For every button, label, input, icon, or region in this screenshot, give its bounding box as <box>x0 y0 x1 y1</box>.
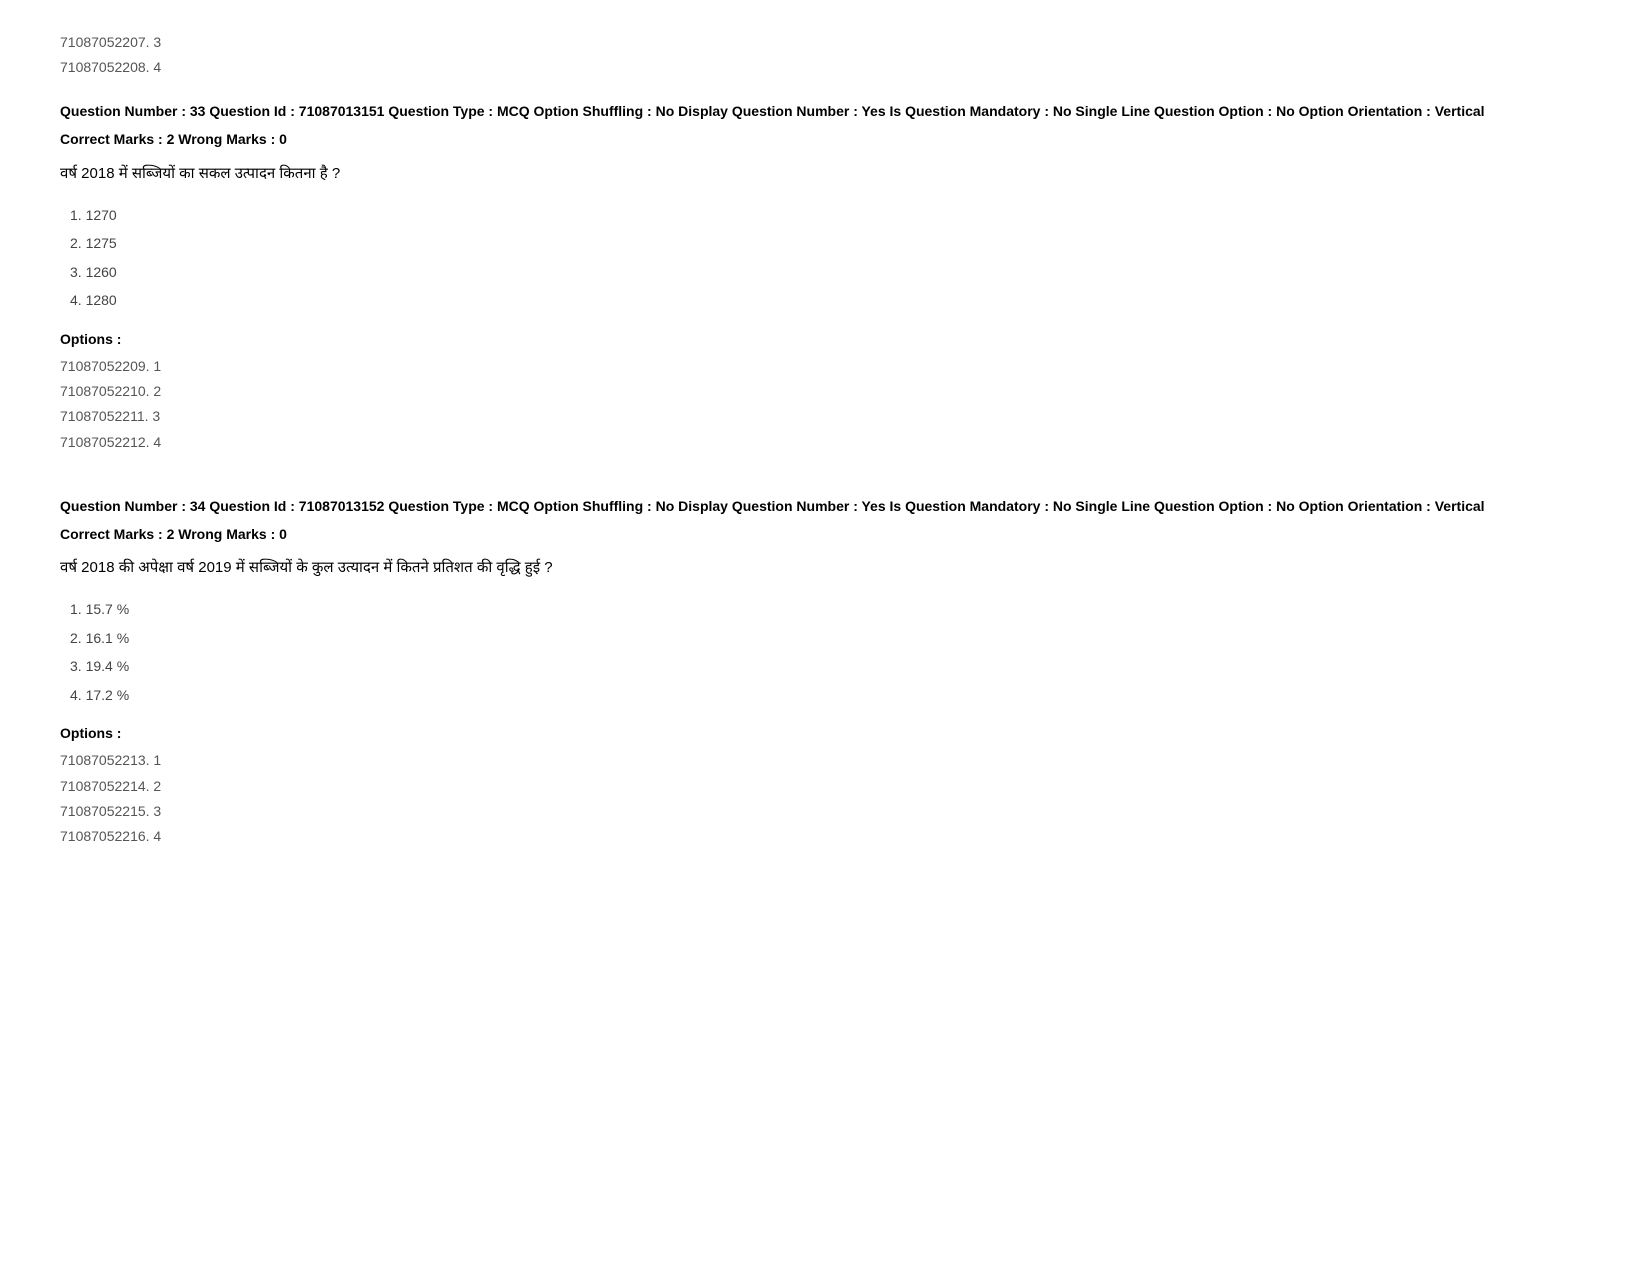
question-34-marks: Correct Marks : 2 Wrong Marks : 0 <box>60 523 1590 545</box>
question-34-option-3: 3. 19.4 % <box>70 655 1590 677</box>
question-33-option-id-1: 71087052209. 1 <box>60 354 1590 379</box>
question-33-option-1: 1. 1270 <box>70 204 1590 226</box>
question-33-options-list: 1. 1270 2. 1275 3. 1260 4. 1280 <box>60 204 1590 312</box>
question-34-text: वर्ष 2018 की अपेक्षा वर्ष 2019 में सब्जि… <box>60 555 1590 581</box>
prev-option-3: 71087052207. 3 <box>60 30 1590 55</box>
question-34-meta: Question Number : 34 Question Id : 71087… <box>60 495 1590 519</box>
question-33-option-id-3: 71087052211. 3 <box>60 404 1590 429</box>
question-34-option-ids: 71087052213. 1 71087052214. 2 7108705221… <box>60 748 1590 849</box>
question-34-option-id-3: 71087052215. 3 <box>60 799 1590 824</box>
question-33-option-ids: 71087052209. 1 71087052210. 2 7108705221… <box>60 354 1590 455</box>
question-33-text: वर्ष 2018 में सब्जियों का सकल उत्पादन कि… <box>60 161 1590 187</box>
question-34-options-list: 1. 15.7 % 2. 16.1 % 3. 19.4 % 4. 17.2 % <box>60 598 1590 706</box>
question-34-option-id-4: 71087052216. 4 <box>60 824 1590 849</box>
question-34-block: Question Number : 34 Question Id : 71087… <box>60 495 1590 849</box>
question-33-option-4: 4. 1280 <box>70 289 1590 311</box>
question-34-option-id-2: 71087052214. 2 <box>60 774 1590 799</box>
question-33-option-id-4: 71087052212. 4 <box>60 430 1590 455</box>
prev-option-4: 71087052208. 4 <box>60 55 1590 80</box>
question-33-block: Question Number : 33 Question Id : 71087… <box>60 100 1590 454</box>
question-33-option-2: 2. 1275 <box>70 232 1590 254</box>
question-33-option-3: 3. 1260 <box>70 261 1590 283</box>
question-34-option-1: 1. 15.7 % <box>70 598 1590 620</box>
prev-question-options: 71087052207. 3 71087052208. 4 <box>60 30 1590 80</box>
question-34-option-4: 4. 17.2 % <box>70 684 1590 706</box>
question-33-option-id-2: 71087052210. 2 <box>60 379 1590 404</box>
question-33-options-label: Options : <box>60 328 1590 350</box>
question-33-meta: Question Number : 33 Question Id : 71087… <box>60 100 1590 124</box>
question-34-option-2: 2. 16.1 % <box>70 627 1590 649</box>
question-34-option-id-1: 71087052213. 1 <box>60 748 1590 773</box>
question-34-options-label: Options : <box>60 722 1590 744</box>
question-33-marks: Correct Marks : 2 Wrong Marks : 0 <box>60 128 1590 150</box>
